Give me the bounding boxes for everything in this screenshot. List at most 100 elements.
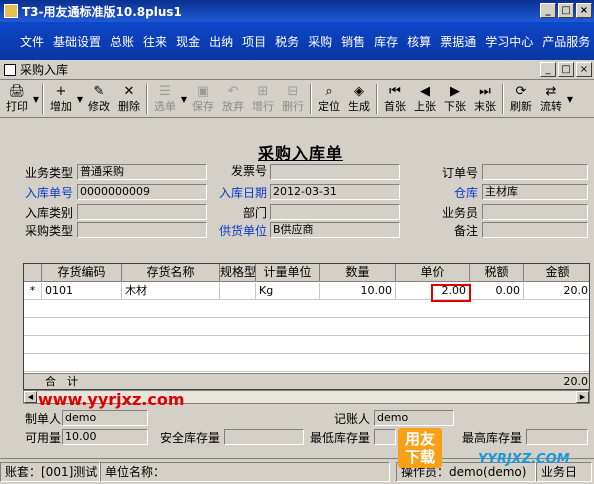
- subwindow-minimize-button[interactable]: _: [540, 62, 556, 77]
- col-quantity[interactable]: 数量: [320, 264, 396, 282]
- toolbar-button-1[interactable]: + 增加: [46, 82, 76, 116]
- department-label: 部门: [243, 206, 268, 220]
- col-item-code[interactable]: 存货编码: [42, 264, 122, 282]
- receipt-date-label: 入库日期: [219, 186, 268, 200]
- purchase-type-field[interactable]: [77, 222, 207, 238]
- toolbar-button-label: 流转: [540, 100, 562, 113]
- salesperson-label: 业务员: [442, 206, 479, 220]
- toolbar-button-2[interactable]: ✎ 修改: [84, 82, 114, 116]
- menu-tax[interactable]: 税务: [275, 33, 299, 50]
- toolbar-separator: [376, 84, 378, 114]
- toolbar-button-3[interactable]: ✕ 删除: [114, 82, 144, 116]
- printer-icon: 🖨: [8, 84, 26, 99]
- menu-cash[interactable]: 现金: [176, 33, 200, 50]
- col-item-name[interactable]: 存货名称: [122, 264, 220, 282]
- menu-sales[interactable]: 销售: [341, 33, 365, 50]
- toolbar-button-4[interactable]: ☰ 选单: [150, 82, 180, 116]
- menu-cashier[interactable]: 出纳: [209, 33, 233, 50]
- toolbar-button-12[interactable]: ◀ 上张: [410, 82, 440, 116]
- col-amount[interactable]: 金额: [524, 264, 589, 282]
- toolbar-button-label: 保存: [192, 100, 214, 113]
- scroll-left-icon[interactable]: ◀: [24, 391, 37, 403]
- toolbar-button-5[interactable]: ▣ 保存: [188, 82, 218, 116]
- remark-field[interactable]: [482, 222, 588, 238]
- invoice-no-field[interactable]: [270, 164, 400, 180]
- menu-product-service[interactable]: 产品服务: [542, 33, 590, 50]
- next-icon: ▶: [450, 84, 460, 99]
- toolbar-button-7[interactable]: ⊞ 增行: [248, 82, 278, 116]
- col-unit-price[interactable]: 单价: [396, 264, 470, 282]
- cell-tax[interactable]: 0.00: [470, 283, 524, 300]
- menu-inventory[interactable]: 库存: [374, 33, 398, 50]
- chevron-down-icon[interactable]: ▼: [32, 82, 40, 116]
- toolbar-separator: [502, 84, 504, 114]
- toolbar-button-label: 修改: [88, 100, 110, 113]
- toolbar-button-6[interactable]: ↶ 放弃: [218, 82, 248, 116]
- biz-type-field[interactable]: 普通采购: [77, 164, 207, 180]
- col-tax[interactable]: 税额: [470, 264, 524, 282]
- table-row-empty[interactable]: [24, 355, 589, 372]
- toolbar-button-10[interactable]: ◈ 生成: [344, 82, 374, 116]
- department-field[interactable]: [270, 204, 400, 220]
- toolbar-button-label: 定位: [318, 100, 340, 113]
- cell-amount[interactable]: 20.0: [524, 283, 589, 300]
- toolbar-button-0[interactable]: 🖨 打印: [2, 82, 32, 116]
- order-no-field[interactable]: [482, 164, 588, 180]
- toolbar-button-16[interactable]: ⇄ 流转: [536, 82, 566, 116]
- menu-bill-pass[interactable]: 票据通: [440, 33, 476, 50]
- close-button[interactable]: ×: [576, 3, 592, 18]
- table-row-empty[interactable]: [24, 301, 589, 318]
- supplier-field[interactable]: B供应商: [270, 222, 400, 238]
- minimize-button[interactable]: _: [540, 3, 556, 18]
- menu-general-ledger[interactable]: 总账: [110, 33, 134, 50]
- table-row[interactable]: * 0101 木材 Kg 10.00 2.00 0.00 20.0: [24, 283, 589, 300]
- chevron-down-icon[interactable]: ▼: [566, 82, 574, 116]
- chevron-down-icon[interactable]: ▼: [180, 82, 188, 116]
- toolbar-button-9[interactable]: ⌕ 定位: [314, 82, 344, 116]
- col-spec[interactable]: 规格型号: [220, 264, 256, 282]
- toolbar-button-15[interactable]: ⟳ 刷新: [506, 82, 536, 116]
- safety-stock-label: 安全库存量: [160, 431, 221, 445]
- first-icon: ⏮: [389, 84, 401, 99]
- available-field: 10.00: [62, 429, 148, 445]
- receipt-date-field[interactable]: 2012-03-31: [270, 184, 400, 200]
- toolbar-button-14[interactable]: ⏭ 末张: [470, 82, 500, 116]
- items-grid: 存货编码 存货名称 规格型号 计量单位 数量 单价 税额 金额 * 0101 木…: [23, 263, 590, 390]
- table-row-empty[interactable]: [24, 319, 589, 336]
- cell-unit[interactable]: Kg: [256, 283, 320, 300]
- cell-item-name[interactable]: 木材: [122, 283, 220, 300]
- cell-item-code[interactable]: 0101: [42, 283, 122, 300]
- table-row-empty[interactable]: [24, 337, 589, 354]
- toolbar-button-label: 删除: [118, 100, 140, 113]
- toolbar-button-13[interactable]: ▶ 下张: [440, 82, 470, 116]
- toolbar-button-11[interactable]: ⏮ 首张: [380, 82, 410, 116]
- watermark-logo: 用友 下载: [398, 428, 442, 468]
- toolbar-button-8[interactable]: ⊟ 删行: [278, 82, 308, 116]
- menu-learning-center[interactable]: 学习中心: [485, 33, 533, 50]
- max-stock-label: 最高库存量: [462, 431, 523, 445]
- warehouse-field[interactable]: 主材库: [482, 184, 588, 200]
- toolbar-button-label: 上张: [414, 100, 436, 113]
- cell-spec[interactable]: [220, 283, 256, 300]
- menu-project[interactable]: 项目: [242, 33, 266, 50]
- receipt-category-field[interactable]: [77, 204, 207, 220]
- receipt-no-field[interactable]: 0000000009: [77, 184, 207, 200]
- logo-bottom-text: 下载: [404, 448, 435, 466]
- subwindow-restore-button[interactable]: □: [558, 62, 574, 77]
- min-stock-field: [374, 429, 396, 445]
- scroll-right-icon[interactable]: ▶: [576, 391, 589, 403]
- menu-purchase[interactable]: 采购: [308, 33, 332, 50]
- maker-label: 制单人: [25, 412, 62, 426]
- col-unit[interactable]: 计量单位: [256, 264, 320, 282]
- max-stock-field: [526, 429, 588, 445]
- salesperson-field[interactable]: [482, 204, 588, 220]
- menu-receivables[interactable]: 往来: [143, 33, 167, 50]
- menu-basic-settings[interactable]: 基础设置: [53, 33, 101, 50]
- maximize-button[interactable]: □: [558, 3, 574, 18]
- cell-quantity[interactable]: 10.00: [320, 283, 396, 300]
- menu-file[interactable]: 文件: [20, 33, 44, 50]
- subwindow-close-button[interactable]: ×: [576, 62, 592, 77]
- chevron-down-icon[interactable]: ▼: [76, 82, 84, 116]
- status-unit: 单位名称：: [100, 461, 390, 482]
- menu-accounting[interactable]: 核算: [407, 33, 431, 50]
